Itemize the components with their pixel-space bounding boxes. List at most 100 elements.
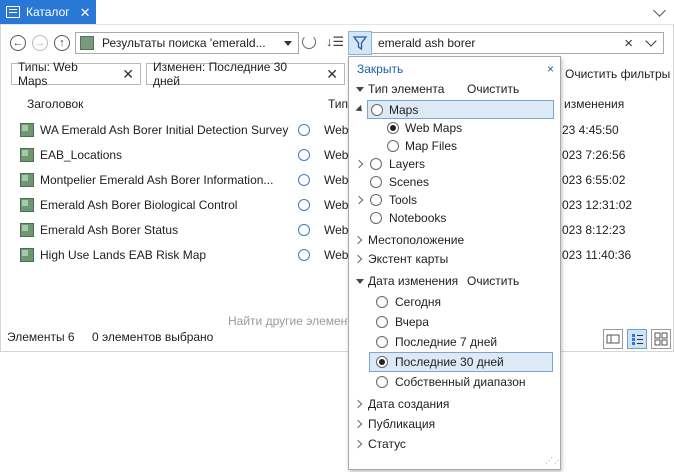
- up-icon[interactable]: ↑: [54, 35, 70, 51]
- last7-radio[interactable]: [376, 336, 388, 348]
- sort-icon[interactable]: ↓☰: [326, 34, 344, 50]
- view-tiles-button[interactable]: [651, 329, 671, 349]
- map-files-radio[interactable]: [387, 140, 399, 152]
- tiles-view-icon: [654, 332, 668, 346]
- today-label: Сегодня: [395, 295, 441, 309]
- last30-label: Последние 30 дней: [395, 355, 504, 369]
- close-icon[interactable]: ×: [547, 62, 554, 76]
- web-map-icon: [20, 247, 34, 262]
- search-input[interactable]: emerald ash borer ×: [372, 32, 664, 54]
- section-date-created[interactable]: Дата создания: [368, 397, 449, 411]
- row-title: High Use Lands EAB Risk Map: [40, 247, 207, 262]
- row-type: Web: [324, 122, 349, 137]
- tab-label: Каталог: [26, 5, 70, 19]
- web-map-icon: [20, 122, 34, 137]
- clear-filters-link[interactable]: Очистить фильтры: [565, 67, 670, 81]
- expand-icon[interactable]: [356, 87, 364, 92]
- row-type: Web: [324, 147, 349, 162]
- notebooks-label: Notebooks: [389, 211, 447, 225]
- search-results-icon: [80, 36, 94, 50]
- details-view-icon: [606, 334, 620, 344]
- row-date: 023 8:12:23: [562, 223, 626, 237]
- tab-bar: [0, 0, 674, 25]
- section-item-type[interactable]: Тип элемента: [368, 82, 444, 96]
- forward-icon[interactable]: →: [32, 35, 48, 51]
- find-more-link[interactable]: Найти другие элемент: [228, 314, 353, 328]
- row-title: EAB_Locations: [40, 147, 123, 162]
- maps-label: Maps: [389, 103, 419, 117]
- row-date: 023 12:31:02: [562, 198, 633, 212]
- section-publishing[interactable]: Публикация: [368, 417, 435, 431]
- globe-icon: [298, 148, 310, 161]
- view-details-button[interactable]: [603, 329, 623, 349]
- globe-icon: [298, 173, 310, 186]
- row-type: Web: [324, 222, 349, 237]
- column-modified[interactable]: изменения: [564, 97, 624, 111]
- layers-label: Layers: [389, 157, 426, 171]
- web-maps-radio[interactable]: [387, 122, 399, 134]
- row-type: Web: [324, 247, 349, 262]
- web-map-icon: [20, 172, 34, 187]
- layers-radio[interactable]: [370, 158, 382, 170]
- filter-button[interactable]: [348, 31, 372, 55]
- custom-range-radio[interactable]: [376, 376, 388, 388]
- clear-date-link[interactable]: Очистить: [467, 274, 519, 288]
- row-title: Emerald Ash Borer Biological Control: [40, 197, 238, 212]
- path-text: Результаты поиска 'emerald...: [102, 36, 266, 50]
- remove-chip-icon[interactable]: ✕: [326, 66, 338, 83]
- back-icon[interactable]: ←: [10, 35, 26, 51]
- row-type: Web: [324, 197, 349, 212]
- web-map-icon: [20, 222, 34, 237]
- search-options-chevron-icon[interactable]: [645, 35, 657, 47]
- globe-icon: [298, 223, 310, 236]
- view-list-button[interactable]: [627, 329, 647, 349]
- today-radio[interactable]: [376, 296, 388, 308]
- table-row[interactable]: WA Emerald Ash Borer Initial Detection S…: [20, 117, 350, 142]
- column-type[interactable]: Тип: [328, 97, 348, 111]
- section-date-modified[interactable]: Дата изменения: [368, 274, 458, 288]
- expand-date-icon[interactable]: [356, 279, 364, 284]
- tab-catalog[interactable]: Каталог ✕: [0, 0, 96, 24]
- clear-search-icon[interactable]: ×: [624, 35, 633, 52]
- web-map-icon: [20, 147, 34, 162]
- chip-modified[interactable]: Изменен: Последние 30 дней ✕: [146, 60, 345, 88]
- tab-close-icon[interactable]: ✕: [80, 6, 91, 19]
- yesterday-label: Вчера: [395, 315, 429, 329]
- globe-icon: [298, 198, 310, 211]
- chip-label: Изменен: Последние 30 дней: [153, 60, 288, 88]
- tools-label: Tools: [389, 193, 418, 207]
- maps-checkbox[interactable]: [371, 104, 383, 116]
- location-path-dropdown[interactable]: Результаты поиска 'emerald...: [75, 32, 299, 54]
- scenes-radio[interactable]: [370, 176, 382, 188]
- close-filter-link[interactable]: Закрыть: [357, 62, 403, 76]
- tools-radio[interactable]: [370, 194, 382, 206]
- column-title[interactable]: Заголовок: [27, 97, 83, 111]
- resize-grip-icon[interactable]: ⋰⋰: [545, 456, 563, 465]
- scenes-label: Scenes: [389, 175, 430, 189]
- custom-range-label: Собственный диапазон: [395, 375, 526, 389]
- last30-radio[interactable]: [376, 356, 388, 368]
- remove-chip-icon[interactable]: ✕: [122, 66, 134, 83]
- notebooks-radio[interactable]: [370, 212, 382, 224]
- map-files-label: Map Files: [405, 139, 458, 153]
- yesterday-radio[interactable]: [376, 316, 388, 328]
- web-maps-label: Web Maps: [405, 121, 463, 135]
- section-location[interactable]: Местоположение: [368, 233, 464, 247]
- row-title: Emerald Ash Borer Status: [40, 222, 179, 237]
- dropdown-arrow-icon: [284, 40, 292, 46]
- table-row[interactable]: Montpelier Emerald Ash Borer Information…: [20, 167, 350, 192]
- table-row[interactable]: Emerald Ash Borer Biological Control Web: [20, 192, 350, 217]
- row-date: 23 4:45:50: [562, 123, 619, 137]
- table-row[interactable]: High Use Lands EAB Risk Map Web: [20, 242, 350, 267]
- chip-types[interactable]: Типы: Web Maps ✕: [11, 60, 141, 88]
- section-map-extent[interactable]: Экстент карты: [368, 252, 448, 266]
- table-row[interactable]: Emerald Ash Borer Status Web: [20, 217, 350, 242]
- list-view-icon: [632, 334, 643, 345]
- refresh-icon[interactable]: [302, 35, 316, 49]
- chip-label: Типы: Web Maps: [18, 60, 78, 88]
- search-value: emerald ash borer: [378, 36, 476, 50]
- clear-type-link[interactable]: Очистить: [467, 82, 519, 96]
- table-row[interactable]: EAB_Locations Web: [20, 142, 350, 167]
- item-count: Элементы 6: [7, 330, 75, 344]
- section-status[interactable]: Статус: [368, 437, 406, 451]
